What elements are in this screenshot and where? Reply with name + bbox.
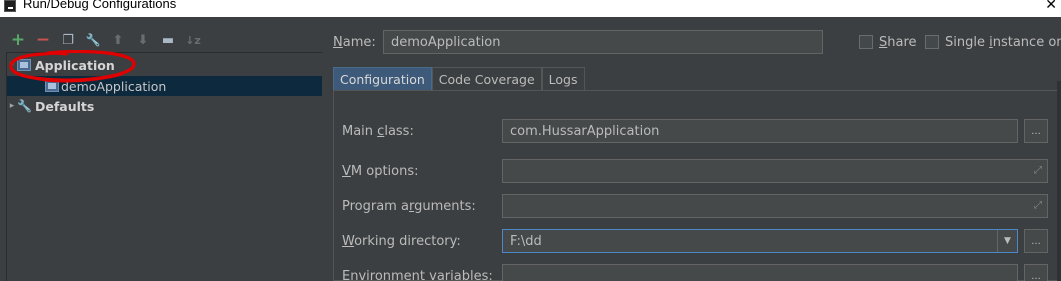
copy-icon[interactable]: ❐ (60, 32, 76, 48)
folder-icon[interactable]: ▬ (160, 32, 176, 48)
program-arguments-label: Program arguments: (342, 199, 476, 214)
app-icon (4, 0, 16, 12)
name-label: Name: (333, 35, 376, 50)
remove-icon[interactable]: − (35, 30, 51, 50)
tab-configuration[interactable]: Configuration (333, 67, 432, 91)
close-icon[interactable]: ✕ (1045, 0, 1057, 13)
main-class-browse-button[interactable]: ... (1024, 119, 1048, 143)
right-panel: Name: demoApplication Share Single insta… (323, 17, 1061, 281)
window-title: Run/Debug Configurations (23, 0, 177, 11)
left-panel: + − ❐ 🔧 ⬆ ⬇ ▬ ↓z ▾ Application demoAppli… (0, 17, 322, 281)
move-down-icon[interactable]: ⬇ (135, 32, 151, 48)
config-tree: ▾ Application demoApplication ▸ 🔧 Defaul… (6, 52, 322, 281)
tree-item-defaults[interactable]: ▸ 🔧 Defaults (7, 96, 322, 116)
share-checkbox[interactable] (859, 35, 873, 49)
config-toolbar: + − ❐ 🔧 ⬆ ⬇ ▬ ↓z (10, 30, 201, 50)
working-directory-label: Working directory: (342, 234, 461, 249)
sort-icon[interactable]: ↓z (185, 32, 201, 48)
environment-variables-label: Environment variables: (342, 269, 493, 281)
single-instance-label[interactable]: Single instance only (945, 35, 1061, 50)
config-tabs: Configuration Code Coverage Logs (333, 67, 585, 91)
configuration-tab-body: Main class: com.HussarApplication ... VM… (333, 90, 1061, 281)
edit-defaults-icon[interactable]: 🔧 (85, 32, 101, 48)
tab-logs[interactable]: Logs (541, 67, 585, 91)
main-class-label: Main class: (342, 124, 414, 139)
share-label[interactable]: Share (879, 35, 917, 50)
main-class-field[interactable]: com.HussarApplication (502, 119, 1018, 143)
environment-variables-browse-button[interactable]: ... (1024, 264, 1048, 281)
tree-item-label: Defaults (35, 98, 95, 114)
scrollbar[interactable] (1057, 81, 1061, 281)
wrench-icon: 🔧 (17, 99, 32, 113)
tab-code-coverage[interactable]: Code Coverage (431, 67, 542, 91)
move-up-icon[interactable]: ⬆ (110, 32, 126, 48)
single-instance-checkbox[interactable] (925, 35, 939, 49)
name-field[interactable]: demoApplication (383, 30, 823, 54)
expand-icon[interactable]: ⤢ (1034, 165, 1042, 176)
expand-icon[interactable]: ⤢ (1034, 200, 1042, 211)
working-directory-field[interactable]: F:\dd ▼ (502, 229, 1018, 253)
vm-options-field[interactable]: ⤢ (502, 159, 1048, 183)
red-annotation-circle (9, 50, 136, 83)
working-directory-value: F:\dd (510, 233, 542, 249)
environment-variables-field[interactable] (502, 264, 1018, 281)
working-directory-browse-button[interactable]: ... (1024, 229, 1048, 253)
add-icon[interactable]: + (10, 30, 26, 50)
chevron-down-icon[interactable]: ▼ (997, 230, 1017, 252)
expand-arrow-icon[interactable]: ▸ (7, 101, 17, 111)
program-arguments-field[interactable]: ⤢ (502, 194, 1048, 218)
title-bar: Run/Debug Configurations ✕ (0, 0, 1061, 17)
vm-options-label: VM options: (342, 164, 419, 179)
